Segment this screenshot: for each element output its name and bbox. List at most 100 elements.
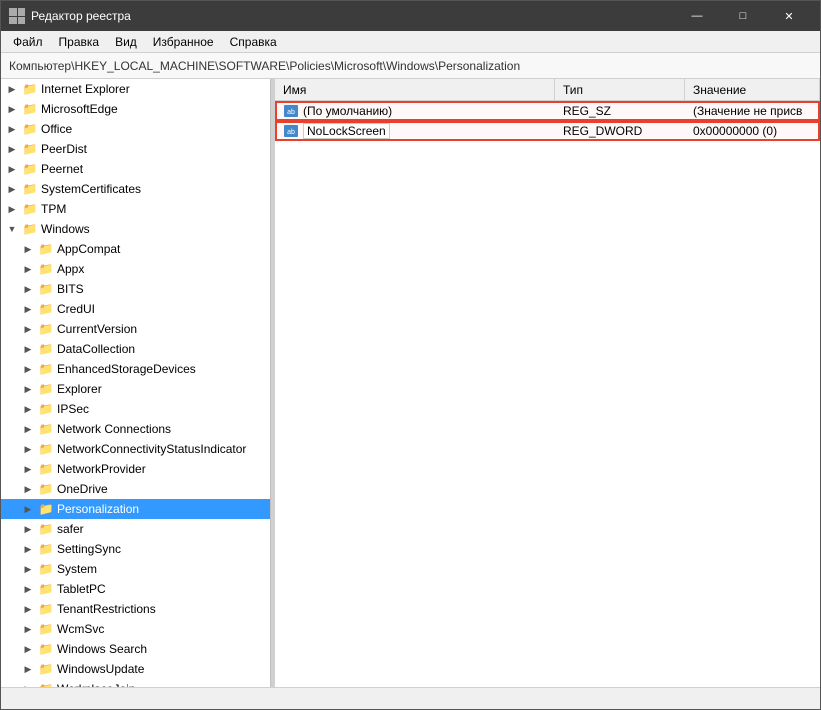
- tree-item-windowsupdate[interactable]: 📁WindowsUpdate: [1, 659, 270, 679]
- col-header-type[interactable]: Тип: [555, 79, 685, 100]
- close-button[interactable]: ✕: [766, 1, 812, 31]
- details-rows: ab(По умолчанию)REG_SZ(Значение не присв…: [275, 101, 820, 687]
- expand-icon-enhancedstoragedevices[interactable]: [21, 362, 35, 376]
- maximize-button[interactable]: □: [720, 1, 766, 31]
- tree-item-appcompat[interactable]: 📁AppCompat: [1, 239, 270, 259]
- tree-item-internet-explorer[interactable]: 📁Internet Explorer: [1, 79, 270, 99]
- tree-item-enhancedstoragedevices[interactable]: 📁EnhancedStorageDevices: [1, 359, 270, 379]
- tree-item-networkprovider[interactable]: 📁NetworkProvider: [1, 459, 270, 479]
- tree-item-peernet[interactable]: 📁Peernet: [1, 159, 270, 179]
- folder-icon-safer: 📁: [38, 522, 54, 536]
- expand-icon-system[interactable]: [21, 562, 35, 576]
- tree-item-workplacejoin[interactable]: 📁WorkplaceJoin: [1, 679, 270, 687]
- tree-label-bits: BITS: [57, 282, 84, 296]
- expand-icon-windows[interactable]: [5, 222, 19, 236]
- tree-item-systemcertificates[interactable]: 📁SystemCertificates: [1, 179, 270, 199]
- menu-file[interactable]: Файл: [5, 33, 51, 51]
- tree-label-onedrive: OneDrive: [57, 482, 108, 496]
- tree-item-ipsec[interactable]: 📁IPSec: [1, 399, 270, 419]
- expand-icon-personalization[interactable]: [21, 502, 35, 516]
- expand-icon-tenantrestrictions[interactable]: [21, 602, 35, 616]
- folder-icon-peernet: 📁: [22, 162, 38, 176]
- expand-icon-safer[interactable]: [21, 522, 35, 536]
- expand-icon-explorer[interactable]: [21, 382, 35, 396]
- folder-icon-office: 📁: [22, 122, 38, 136]
- address-path: Компьютер\HKEY_LOCAL_MACHINE\SOFTWARE\Po…: [9, 59, 520, 73]
- tree-item-networkconnections[interactable]: 📁Network Connections: [1, 419, 270, 439]
- expand-icon-peernet[interactable]: [5, 162, 19, 176]
- tree-item-windowssearch[interactable]: 📁Windows Search: [1, 639, 270, 659]
- folder-icon-windows: 📁: [22, 222, 38, 236]
- expand-icon-tabletpc[interactable]: [21, 582, 35, 596]
- menu-favorites[interactable]: Избранное: [145, 33, 222, 51]
- expand-icon-windowssearch[interactable]: [21, 642, 35, 656]
- expand-icon-peerdist[interactable]: [5, 142, 19, 156]
- col-header-value[interactable]: Значение: [685, 79, 820, 100]
- tree-item-bits[interactable]: 📁BITS: [1, 279, 270, 299]
- menu-view[interactable]: Вид: [107, 33, 145, 51]
- menu-edit[interactable]: Правка: [51, 33, 108, 51]
- tree-item-tpm[interactable]: 📁TPM: [1, 199, 270, 219]
- tree-label-explorer: Explorer: [57, 382, 102, 396]
- expand-icon-appcompat[interactable]: [21, 242, 35, 256]
- expand-icon-wcmsvc[interactable]: [21, 622, 35, 636]
- tree-item-credui[interactable]: 📁CredUI: [1, 299, 270, 319]
- tree-item-microsoftedge[interactable]: 📁MicrosoftEdge: [1, 99, 270, 119]
- expand-icon-internet-explorer[interactable]: [5, 82, 19, 96]
- minimize-button[interactable]: —: [674, 1, 720, 31]
- expand-icon-tpm[interactable]: [5, 202, 19, 216]
- tree-label-system: System: [57, 562, 97, 576]
- expand-icon-credui[interactable]: [21, 302, 35, 316]
- tree-item-peerdist[interactable]: 📁PeerDist: [1, 139, 270, 159]
- expand-icon-ipsec[interactable]: [21, 402, 35, 416]
- details-row-default[interactable]: ab(По умолчанию)REG_SZ(Значение не присв: [275, 101, 820, 121]
- details-row-nolockscreen[interactable]: abNoLockScreenREG_DWORD0x00000000 (0): [275, 121, 820, 141]
- tree-item-windows[interactable]: 📁Windows: [1, 219, 270, 239]
- expand-icon-windowsupdate[interactable]: [21, 662, 35, 676]
- tree-item-explorer[interactable]: 📁Explorer: [1, 379, 270, 399]
- expand-icon-currentversion[interactable]: [21, 322, 35, 336]
- tree-item-onedrive[interactable]: 📁OneDrive: [1, 479, 270, 499]
- folder-icon-ipsec: 📁: [38, 402, 54, 416]
- folder-icon-wcmsvc: 📁: [38, 622, 54, 636]
- dword-icon: ab: [283, 124, 299, 138]
- expand-icon-settingsync[interactable]: [21, 542, 35, 556]
- tree-item-settingsync[interactable]: 📁SettingSync: [1, 539, 270, 559]
- tree-pane[interactable]: 📁Internet Explorer📁MicrosoftEdge📁Office📁…: [1, 79, 271, 687]
- tree-label-tpm: TPM: [41, 202, 66, 216]
- expand-icon-networkconnections[interactable]: [21, 422, 35, 436]
- menu-help[interactable]: Справка: [222, 33, 285, 51]
- statusbar: [1, 687, 820, 709]
- tree-item-currentversion[interactable]: 📁CurrentVersion: [1, 319, 270, 339]
- tree-item-office[interactable]: 📁Office: [1, 119, 270, 139]
- tree-label-microsoftedge: MicrosoftEdge: [41, 102, 118, 116]
- expand-icon-bits[interactable]: [21, 282, 35, 296]
- tree-item-tenantrestrictions[interactable]: 📁TenantRestrictions: [1, 599, 270, 619]
- tree-item-system[interactable]: 📁System: [1, 559, 270, 579]
- tree-item-personalization[interactable]: 📁Personalization: [1, 499, 270, 519]
- folder-icon-tpm: 📁: [22, 202, 38, 216]
- tree-label-windowsupdate: WindowsUpdate: [57, 662, 144, 676]
- cell-name-default: ab(По умолчанию): [275, 104, 555, 118]
- window-controls: — □ ✕: [674, 1, 812, 31]
- expand-icon-networkconnectivitystatusindicator[interactable]: [21, 442, 35, 456]
- name-text-default: (По умолчанию): [303, 104, 392, 118]
- tree-item-tabletpc[interactable]: 📁TabletPC: [1, 579, 270, 599]
- expand-icon-onedrive[interactable]: [21, 482, 35, 496]
- expand-icon-systemcertificates[interactable]: [5, 182, 19, 196]
- expand-icon-microsoftedge[interactable]: [5, 102, 19, 116]
- expand-icon-office[interactable]: [5, 122, 19, 136]
- folder-icon-peerdist: 📁: [22, 142, 38, 156]
- tree-item-networkconnectivitystatusindicator[interactable]: 📁NetworkConnectivityStatusIndicator: [1, 439, 270, 459]
- tree-label-settingsync: SettingSync: [57, 542, 121, 556]
- col-header-name[interactable]: Имя: [275, 79, 555, 100]
- expand-icon-appx[interactable]: [21, 262, 35, 276]
- folder-icon-tabletpc: 📁: [38, 582, 54, 596]
- expand-icon-networkprovider[interactable]: [21, 462, 35, 476]
- expand-icon-datacollection[interactable]: [21, 342, 35, 356]
- tree-item-appx[interactable]: 📁Appx: [1, 259, 270, 279]
- tree-item-wcmsvc[interactable]: 📁WcmSvc: [1, 619, 270, 639]
- tree-item-datacollection[interactable]: 📁DataCollection: [1, 339, 270, 359]
- folder-icon-windowsupdate: 📁: [38, 662, 54, 676]
- tree-item-safer[interactable]: 📁safer: [1, 519, 270, 539]
